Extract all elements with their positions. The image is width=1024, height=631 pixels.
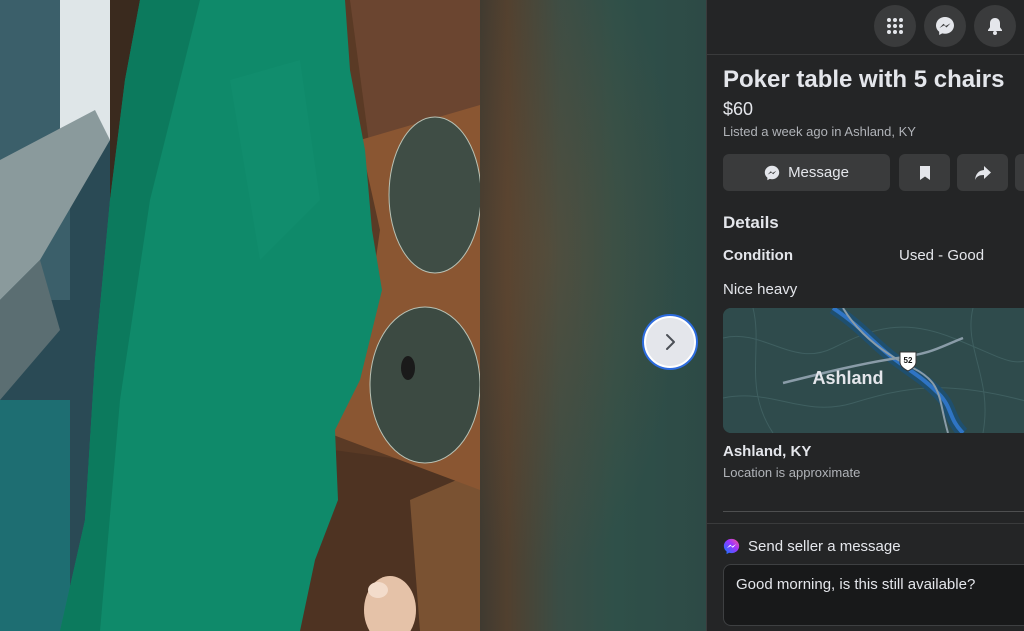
listing-photo xyxy=(0,0,480,631)
menu-button[interactable] xyxy=(874,5,916,47)
location-note: Location is approximate xyxy=(723,465,861,480)
message-button[interactable]: Message xyxy=(723,154,890,191)
share-button[interactable] xyxy=(957,154,1008,191)
condition-value: Used - Good xyxy=(899,247,985,264)
map-city-label: Ashland xyxy=(812,368,883,388)
seller-message-text: Good morning, is this still available? xyxy=(736,576,976,593)
grid-menu-icon xyxy=(887,18,903,34)
details-heading: Details xyxy=(723,213,779,232)
condition-label: Condition xyxy=(723,247,793,264)
panel-divider xyxy=(707,523,1024,524)
more-options-button[interactable] xyxy=(1015,154,1024,191)
bookmark-icon xyxy=(919,165,930,180)
share-arrow-icon xyxy=(974,165,991,180)
location-name: Ashland, KY xyxy=(723,443,812,460)
section-divider xyxy=(723,511,1024,512)
next-photo-button[interactable] xyxy=(642,314,698,370)
messenger-button[interactable] xyxy=(924,5,966,47)
chevron-right-icon xyxy=(666,334,675,350)
send-message-heading: Send seller a message xyxy=(723,538,901,555)
bell-icon xyxy=(988,18,1002,35)
listing-title: Poker table with 5 chairs xyxy=(723,66,1005,93)
messenger-gradient-icon xyxy=(723,538,740,555)
top-navigation xyxy=(707,0,1024,55)
photo-viewer xyxy=(0,0,706,631)
location-map[interactable]: 52 Ashland xyxy=(723,308,1024,433)
message-button-label: Message xyxy=(788,164,849,181)
messenger-icon xyxy=(764,165,780,180)
listing-description: Nice heavy xyxy=(723,281,798,298)
listing-price: $60 xyxy=(723,99,754,119)
seller-message-input[interactable]: Good morning, is this still available? xyxy=(723,564,1024,626)
listing-panel: Poker table with 5 chairs $60 Listed a w… xyxy=(706,0,1024,631)
save-button[interactable] xyxy=(899,154,950,191)
notifications-button[interactable] xyxy=(974,5,1016,47)
messenger-icon xyxy=(936,17,954,35)
poker-table-photo xyxy=(0,0,480,631)
send-message-heading-label: Send seller a message xyxy=(748,538,901,555)
listing-meta: Listed a week ago in Ashland, KY xyxy=(723,124,916,139)
route-shield-number: 52 xyxy=(904,356,913,365)
map-graphic: 52 Ashland xyxy=(723,308,1024,433)
